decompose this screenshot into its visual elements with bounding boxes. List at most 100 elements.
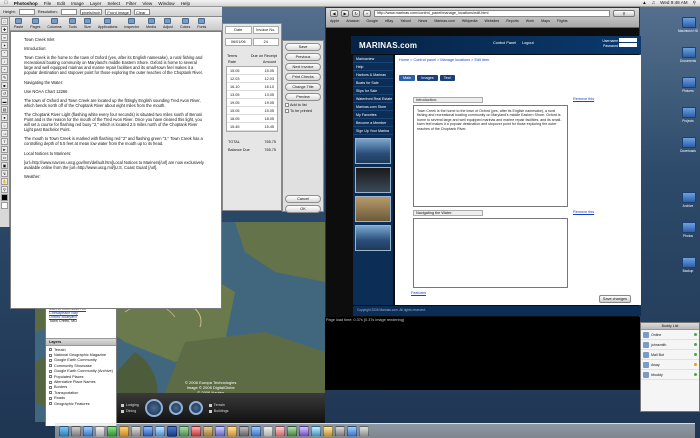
intro-textarea[interactable]: Town Creek is the home to the town of Ox… xyxy=(413,105,568,207)
acrobat-icon[interactable] xyxy=(191,425,201,437)
invoice-number-value[interactable]: 24 xyxy=(252,38,279,46)
nav-item[interactable]: Sign Up Your Marina xyxy=(353,127,393,135)
menu-window[interactable]: Window xyxy=(158,1,174,6)
folder-icon[interactable] xyxy=(682,107,696,118)
preview-icon[interactable] xyxy=(263,425,273,437)
buddy-row[interactable]: Away xyxy=(641,360,699,370)
add-bookmark-icon[interactable]: + xyxy=(363,10,371,17)
layers-header[interactable]: Layers xyxy=(46,339,116,346)
dining-check[interactable]: Dining xyxy=(121,408,139,414)
layer-item[interactable]: National Geographic Magazine xyxy=(49,352,113,357)
bookmark-item[interactable]: Amazon xyxy=(346,19,359,23)
nav-item[interactable]: Slips for Sale xyxy=(353,87,393,95)
trash-icon[interactable] xyxy=(359,425,369,437)
table-row[interactable]: 18.05 18.05 xyxy=(227,115,277,123)
toolbar-columns[interactable]: Columns xyxy=(47,18,62,29)
iphoto-icon[interactable] xyxy=(155,425,165,437)
menu-select[interactable]: Select xyxy=(107,1,120,6)
ichat-icon[interactable] xyxy=(107,425,117,437)
ok-button[interactable]: OK xyxy=(285,205,321,213)
numbers-icon[interactable] xyxy=(287,425,297,437)
terminal-icon[interactable] xyxy=(215,425,225,437)
buddy-row[interactable]: Online xyxy=(641,330,699,340)
folder-icon[interactable] xyxy=(682,137,696,148)
save-button[interactable]: Save xyxy=(285,43,321,51)
resolution-unit-select[interactable]: pixels/inch xyxy=(79,8,103,15)
slice-tool-icon[interactable]: / xyxy=(1,58,8,65)
bookmark-item[interactable]: Wikipedia xyxy=(462,19,478,23)
finder-icon[interactable] xyxy=(59,425,69,437)
table-row[interactable]: 16.10 16.10 xyxy=(227,83,277,91)
date-value[interactable]: 06/01/06 xyxy=(225,38,252,46)
nav-item[interactable]: Become a Member xyxy=(353,119,393,127)
print-checks-button[interactable]: Print Checks xyxy=(285,73,321,81)
text-document[interactable]: Town Creek Inlet Introduction: Town Cree… xyxy=(10,31,222,309)
toolbar-colors[interactable]: Colors xyxy=(180,18,190,29)
next-invoice-button[interactable]: Next Invoice xyxy=(285,63,321,71)
toolbar-applications[interactable]: Applications xyxy=(98,18,117,29)
clear-button[interactable]: Clear xyxy=(133,8,150,15)
table-row[interactable]: 15.05 15.05 xyxy=(227,107,277,115)
password-input[interactable] xyxy=(619,43,637,47)
nav-item[interactable]: Waterfront Real Estate xyxy=(353,95,393,103)
activity-monitor-icon[interactable] xyxy=(335,425,345,437)
folder-icon[interactable] xyxy=(682,192,696,203)
bookmark-item[interactable]: eBay xyxy=(385,19,393,23)
zoom-tool-icon[interactable]: ⚲ xyxy=(1,186,8,193)
mail-icon[interactable] xyxy=(95,425,105,437)
features-link[interactable]: Features xyxy=(411,291,426,295)
folder-icon[interactable] xyxy=(682,257,696,268)
hand-tool-icon[interactable]: ✋ xyxy=(1,178,8,185)
navigating-textarea[interactable] xyxy=(413,218,568,288)
preview-button[interactable]: Preview xyxy=(285,93,321,101)
system-preferences-icon[interactable] xyxy=(239,425,249,437)
history-brush-icon[interactable]: ↺ xyxy=(1,90,8,97)
stickies-icon[interactable] xyxy=(323,425,333,437)
spotlight-icon[interactable]: ⚲ xyxy=(693,0,696,6)
front-image-button[interactable]: Front Image xyxy=(105,8,131,15)
table-row[interactable]: 15.45 15.45 xyxy=(227,123,277,131)
marina-photo[interactable] xyxy=(355,138,391,164)
control-panel-link[interactable]: Control Panel xyxy=(493,41,516,45)
bookmark-item[interactable]: Work xyxy=(526,19,534,23)
google-earth-icon[interactable] xyxy=(179,425,189,437)
menu-file[interactable]: File xyxy=(44,1,51,6)
calendar-icon[interactable] xyxy=(275,425,285,437)
toolbar-inspector[interactable]: Inspector xyxy=(124,18,139,29)
nav-item[interactable]: Marinaview xyxy=(353,55,393,63)
crop-tool-icon[interactable]: ⌜ xyxy=(1,50,8,57)
toolbar-size[interactable]: Size xyxy=(83,18,91,29)
menu-layer[interactable]: Layer xyxy=(90,1,102,6)
address-bar[interactable]: http://www.marinas.com/control_panel/man… xyxy=(374,10,610,17)
dashboard-icon[interactable] xyxy=(71,425,81,437)
save-changes-button[interactable]: Save changes xyxy=(598,295,631,303)
menu-view[interactable]: View xyxy=(142,1,152,6)
zoom-control-icon[interactable] xyxy=(168,401,183,415)
photoshop-icon[interactable] xyxy=(167,425,177,437)
marina-photo[interactable] xyxy=(355,167,391,193)
remove-navigating-link[interactable]: Remove this xyxy=(573,210,594,214)
background-color-swatch[interactable] xyxy=(1,202,8,209)
remove-intro-link[interactable]: Remove this xyxy=(573,97,594,101)
previous-button[interactable]: Previous xyxy=(285,53,321,61)
gradient-tool-icon[interactable]: ▤ xyxy=(1,106,8,113)
dodge-tool-icon[interactable]: ○ xyxy=(1,122,8,129)
back-icon[interactable]: ◀ xyxy=(330,10,338,17)
bookmark-item[interactable]: Marinas.com xyxy=(434,19,455,23)
bookmark-item[interactable]: Maps xyxy=(541,19,550,23)
type-tool-icon[interactable]: T xyxy=(1,138,8,145)
folder-icon[interactable] xyxy=(682,222,696,233)
keynote-icon[interactable] xyxy=(299,425,309,437)
downloads-icon[interactable] xyxy=(347,425,357,437)
tab-images[interactable]: Images xyxy=(417,75,438,81)
folder-icon[interactable] xyxy=(682,77,696,88)
tab-text[interactable]: Text xyxy=(439,75,455,81)
terms-value[interactable]: Due on Receipt xyxy=(251,54,277,58)
ical-icon[interactable] xyxy=(131,425,141,437)
toolbar-tools[interactable]: Tools xyxy=(69,18,77,29)
move-tool-icon[interactable]: ✚ xyxy=(1,26,8,33)
toolbar-pages[interactable]: Pages xyxy=(30,18,40,29)
toolbar-fonts[interactable]: Fonts xyxy=(197,18,206,29)
nav-item[interactable]: My Favorites xyxy=(353,111,393,119)
navigation-ring-icon[interactable] xyxy=(144,399,163,417)
